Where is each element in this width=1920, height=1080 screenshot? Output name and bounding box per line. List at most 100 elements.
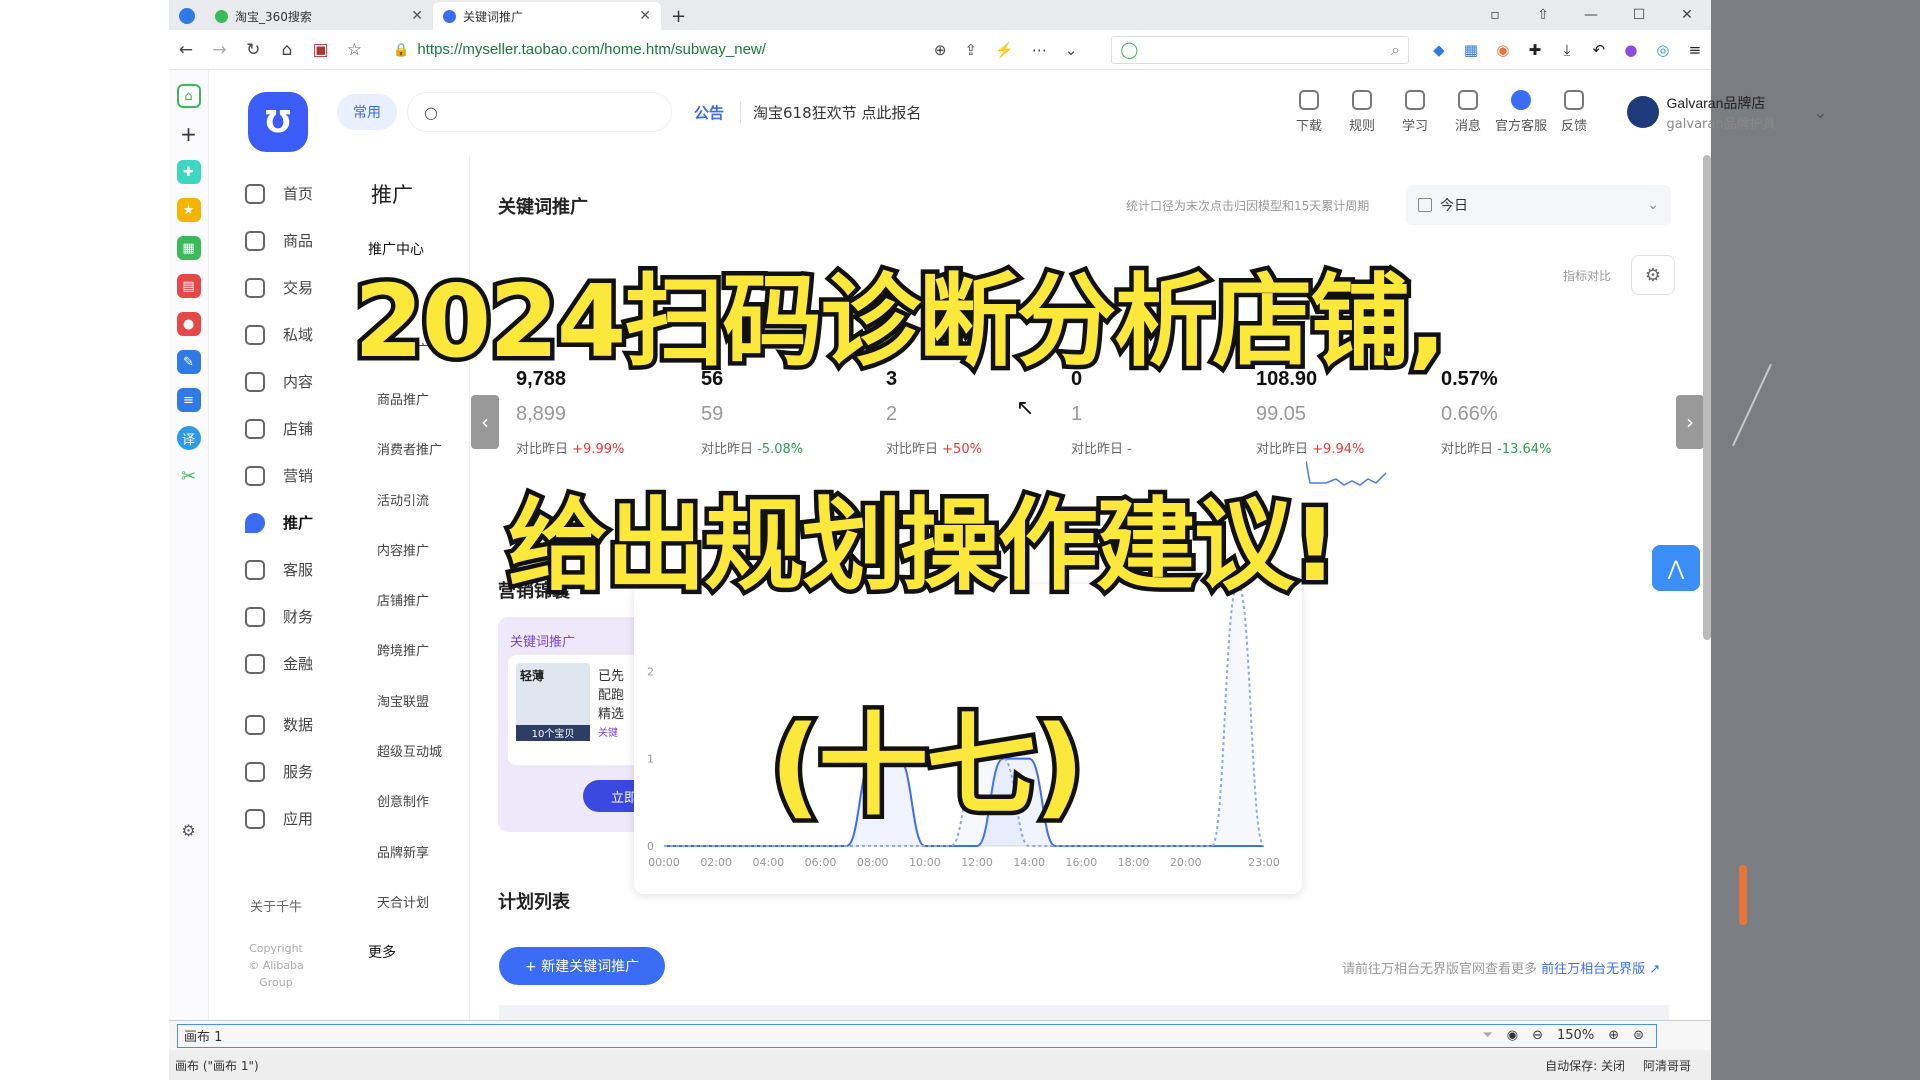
minimize-icon[interactable]: — [1567, 7, 1615, 23]
subnav-item[interactable]: 跨境推广 [338, 625, 469, 675]
card-line: 已先 [598, 669, 625, 684]
lightning-icon[interactable]: ⚡ [995, 41, 1014, 59]
browser-search-input[interactable]: ◯ ⌕ [1111, 35, 1409, 64]
extension-blue-icon[interactable]: ◆ [1423, 41, 1455, 59]
new-tab-button[interactable]: + [661, 2, 696, 30]
date-value: 今日 [1440, 198, 1468, 214]
extension-grid-icon[interactable]: ▦ [1455, 41, 1487, 59]
bookmark-star-icon[interactable]: ☆ [338, 40, 372, 60]
maximize-icon[interactable]: ☐ [1615, 7, 1663, 23]
rail-record-icon[interactable]: ● [176, 312, 201, 336]
lock-icon: 🔒 [393, 41, 410, 57]
shop-switcher[interactable]: Galvaran品牌店 galvaran品牌护具 ⌄ [1626, 93, 1827, 132]
shop-icon [245, 418, 265, 439]
canvas-tab[interactable]: 画布 1 [184, 1026, 222, 1045]
subnav-item[interactable]: 消费者推广 [338, 424, 469, 474]
apps-icon [245, 808, 265, 829]
sidebar-item-label: 推广 [283, 514, 314, 532]
home-icon[interactable]: ⌂ [270, 40, 304, 60]
url-field[interactable]: 🔒 https://myseller.taobao.com/home.htm/s… [393, 36, 1077, 64]
subnav-item[interactable]: 更多 [338, 927, 469, 977]
ai-icon[interactable]: ● [1615, 41, 1647, 59]
rail-image-icon[interactable]: ▦ [176, 236, 201, 260]
prev-arrow-button[interactable]: ‹ [471, 395, 499, 449]
rail-add-icon[interactable]: + [177, 122, 201, 146]
rail-settings-icon[interactable]: ⚙ [177, 818, 201, 842]
rail-pdf-icon[interactable]: ▤ [176, 274, 201, 298]
undo-icon[interactable]: ↶ [1583, 41, 1615, 59]
fit-icon[interactable]: ⊜ [1633, 1028, 1644, 1043]
metric-prev-value: 99.05 [1256, 403, 1307, 425]
tab-search[interactable]: 淘宝_360搜索 ✕ [205, 2, 433, 30]
autosave-status[interactable]: 自动保存: 关闭 [1545, 1057, 1625, 1074]
customer-service-icon [245, 559, 265, 580]
rail-doc-icon[interactable]: ≡ [176, 388, 201, 412]
x-tick-label: 02:00 [700, 856, 732, 869]
edge-icon[interactable]: ◎ [1647, 41, 1679, 59]
header-feedback-button[interactable]: 反馈 [1548, 90, 1601, 134]
close-icon[interactable]: ✕ [639, 8, 651, 24]
subnav-item[interactable]: 淘宝联盟 [338, 675, 469, 725]
menu-icon[interactable]: ≡ [1679, 41, 1711, 59]
rail-app-teal-icon[interactable]: ✚ [176, 160, 201, 184]
compare-toggle[interactable]: 指标对比 [1563, 267, 1611, 284]
eye-icon[interactable]: ◉ [1507, 1028, 1518, 1043]
tile-icon[interactable]: ▫ [1471, 7, 1519, 23]
zoom-in-icon[interactable]: ⊕ [1608, 1028, 1619, 1043]
sidebar-item-label: 数据 [283, 716, 314, 734]
rail-edit-icon[interactable]: ✎ [176, 350, 201, 374]
metric-compare-label: 对比昨日 [886, 442, 939, 457]
subnav-item[interactable]: 超级互动城 [338, 725, 469, 775]
canvas-tab-box[interactable]: 画布 1 ⏷ ◉ ⊖ 150% ⊕ ⊜ [177, 1023, 1657, 1048]
close-window-icon[interactable]: ✕ [1663, 7, 1711, 23]
browser-logo-icon[interactable] [169, 2, 205, 30]
rail-translate-icon[interactable]: 译 [176, 426, 201, 450]
back-icon[interactable]: ← [169, 40, 203, 60]
rail-scissors-icon[interactable]: ✂ [177, 464, 201, 488]
metric-card[interactable]: 0.57% 0.66% 对比昨日 -13.64% [1441, 368, 1626, 457]
rail-star-icon[interactable]: ★ [176, 198, 201, 222]
about-qianniu[interactable]: 关于千牛 [250, 896, 302, 915]
filter-icon[interactable]: ⏷ [1482, 1028, 1492, 1043]
zoom-out-icon[interactable]: ⊖ [1532, 1028, 1543, 1043]
zoom-icon[interactable]: ⊕ [934, 41, 947, 59]
rail-home-icon[interactable]: ⌂ [176, 84, 201, 108]
download-icon[interactable]: ⤓ [1551, 41, 1583, 59]
plan-link[interactable]: 前往万相台无界版 [1541, 962, 1645, 977]
extension-orange-icon[interactable]: ◉ [1487, 41, 1519, 59]
settings-gear-icon[interactable]: ⚙ [1631, 255, 1675, 295]
tab-keyword-promotion[interactable]: 关键词推广 ✕ [433, 2, 661, 30]
qianniu-logo[interactable]: Ʊ [248, 92, 308, 152]
app-search-input[interactable]: ○ [407, 92, 672, 132]
header-service-button[interactable]: 官方客服 [1495, 90, 1548, 134]
subnav-item[interactable]: 天合计划 [338, 876, 469, 926]
product-count-tag: 10个宝贝 [516, 725, 590, 741]
header-learn-button[interactable]: 学习 [1389, 90, 1442, 134]
header-download-button[interactable]: 下载 [1283, 90, 1336, 134]
subnav-item[interactable]: 店铺推广 [338, 574, 469, 624]
header-rule-button[interactable]: 规则 [1336, 90, 1389, 134]
new-plan-button[interactable]: + 新建关键词推广 [499, 947, 665, 985]
subnav-item[interactable]: 品牌新享 [338, 826, 469, 876]
scrollbar[interactable] [1703, 155, 1711, 640]
assistant-float-icon[interactable]: ⋀ [1652, 545, 1700, 591]
puzzle-icon[interactable]: ✚ [1519, 41, 1551, 59]
subnav-item[interactable]: 活动引流 [338, 474, 469, 524]
search-icon[interactable]: ⌕ [1391, 40, 1400, 60]
subnav-item[interactable]: 创意制作 [338, 776, 469, 826]
pin-icon[interactable]: ⇧ [1519, 7, 1567, 23]
reload-icon[interactable]: ↻ [236, 40, 270, 60]
date-select[interactable]: 今日 ⌄ [1406, 185, 1671, 225]
share-icon[interactable]: ⇪ [965, 41, 978, 59]
close-icon[interactable]: ✕ [411, 8, 423, 24]
subnav-item[interactable]: 内容推广 [338, 524, 469, 574]
favorites-chip[interactable]: 常用 [337, 94, 397, 130]
more-icon[interactable]: ⋯ [1032, 41, 1047, 59]
chevron-down-icon[interactable]: ⌄ [1065, 41, 1078, 59]
forward-icon[interactable]: → [203, 40, 237, 60]
wallet-icon[interactable]: ▣ [304, 40, 338, 60]
notice-text[interactable]: 淘宝618狂欢节 点此报名 [740, 101, 921, 123]
header-message-button[interactable]: 消息 [1442, 90, 1495, 134]
next-arrow-button[interactable]: › [1676, 395, 1704, 449]
sidebar-item-label: 私域 [283, 326, 314, 344]
